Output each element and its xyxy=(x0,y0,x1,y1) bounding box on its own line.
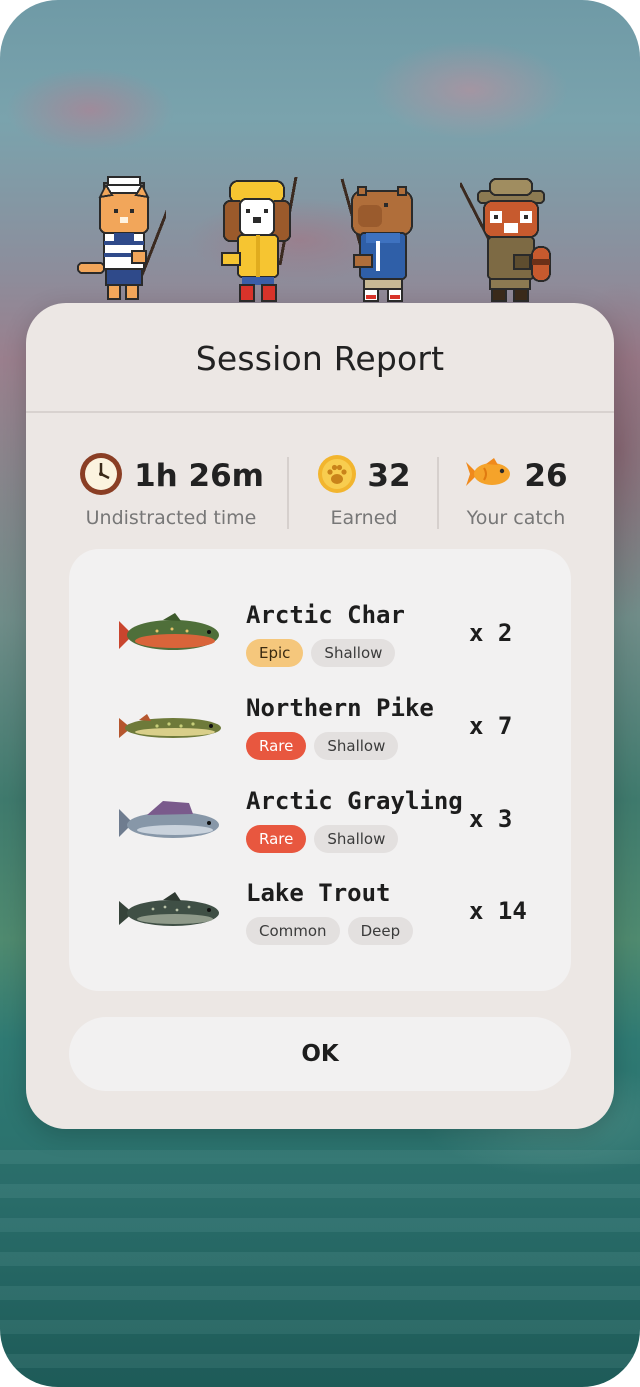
stat-separator xyxy=(437,457,439,529)
session-stats: 1h 26m Undistracted time 32 Earned 26 Yo… xyxy=(26,451,614,535)
stat-earned-value: 32 xyxy=(367,458,411,494)
fishing-characters xyxy=(70,170,570,305)
fish-name: Arctic Grayling xyxy=(246,787,463,815)
arctic-char-fish-icon xyxy=(117,611,223,659)
goldfish-icon xyxy=(464,456,514,496)
rarity-badge: Rare xyxy=(246,825,307,853)
catch-item: Arctic Char Epic Shallow x 2 xyxy=(69,601,571,681)
catch-item: Lake Trout Common Deep x 14 xyxy=(69,879,571,959)
stat-time-value: 1h 26m xyxy=(134,458,264,494)
rarity-badge: Rare xyxy=(246,732,307,760)
depth-badge: Shallow xyxy=(311,639,396,667)
fish-tags: Rare Shallow xyxy=(246,825,399,853)
cat-sailor-character xyxy=(70,175,166,305)
stat-your-catch: 26 Your catch xyxy=(446,451,586,535)
fish-name: Northern Pike xyxy=(246,694,434,722)
depth-badge: Shallow xyxy=(314,825,399,853)
fish-name: Lake Trout xyxy=(246,879,391,907)
fish-quantity: x 7 xyxy=(469,712,513,740)
rarity-badge: Epic xyxy=(246,639,304,667)
dog-raincoat-character xyxy=(210,175,306,305)
capybara-hoodie-character xyxy=(336,175,432,305)
northern-pike-fish-icon xyxy=(117,704,223,752)
stat-time-label: Undistracted time xyxy=(85,507,257,529)
rarity-badge: Common xyxy=(246,917,340,945)
catch-list: Arctic Char Epic Shallow x 2 Northern Pi… xyxy=(69,549,571,991)
fish-quantity: x 2 xyxy=(469,619,513,647)
depth-badge: Shallow xyxy=(314,732,399,760)
clock-icon xyxy=(78,451,124,501)
stat-earned: 32 Earned xyxy=(296,451,432,535)
stat-catch-label: Your catch xyxy=(466,507,566,529)
catch-item: Northern Pike Rare Shallow x 7 xyxy=(69,694,571,774)
session-report-dialog: Session Report 1h 26m Undistracted time … xyxy=(26,303,614,1129)
stat-separator xyxy=(287,457,289,529)
lake-trout-fish-icon xyxy=(117,889,223,937)
catch-item: Arctic Grayling Rare Shallow x 3 xyxy=(69,787,571,867)
stat-catch-value: 26 xyxy=(524,458,568,494)
dialog-title: Session Report xyxy=(195,339,445,378)
arctic-grayling-fish-icon xyxy=(117,797,223,845)
fish-tags: Rare Shallow xyxy=(246,732,399,760)
fish-tags: Common Deep xyxy=(246,917,414,945)
stat-undistracted-time: 1h 26m Undistracted time xyxy=(56,451,286,535)
fish-quantity: x 14 xyxy=(469,897,527,925)
red-panda-explorer-character xyxy=(460,175,556,305)
fish-name: Arctic Char xyxy=(246,601,405,629)
app-screen: Session Report 1h 26m Undistracted time … xyxy=(0,0,640,1387)
paw-coin-icon xyxy=(317,454,357,498)
fish-quantity: x 3 xyxy=(469,805,513,833)
depth-badge: Deep xyxy=(347,917,414,945)
ok-button[interactable]: OK xyxy=(69,1017,571,1091)
stat-earned-label: Earned xyxy=(330,507,398,529)
fish-tags: Epic Shallow xyxy=(246,639,396,667)
title-divider xyxy=(26,411,614,413)
